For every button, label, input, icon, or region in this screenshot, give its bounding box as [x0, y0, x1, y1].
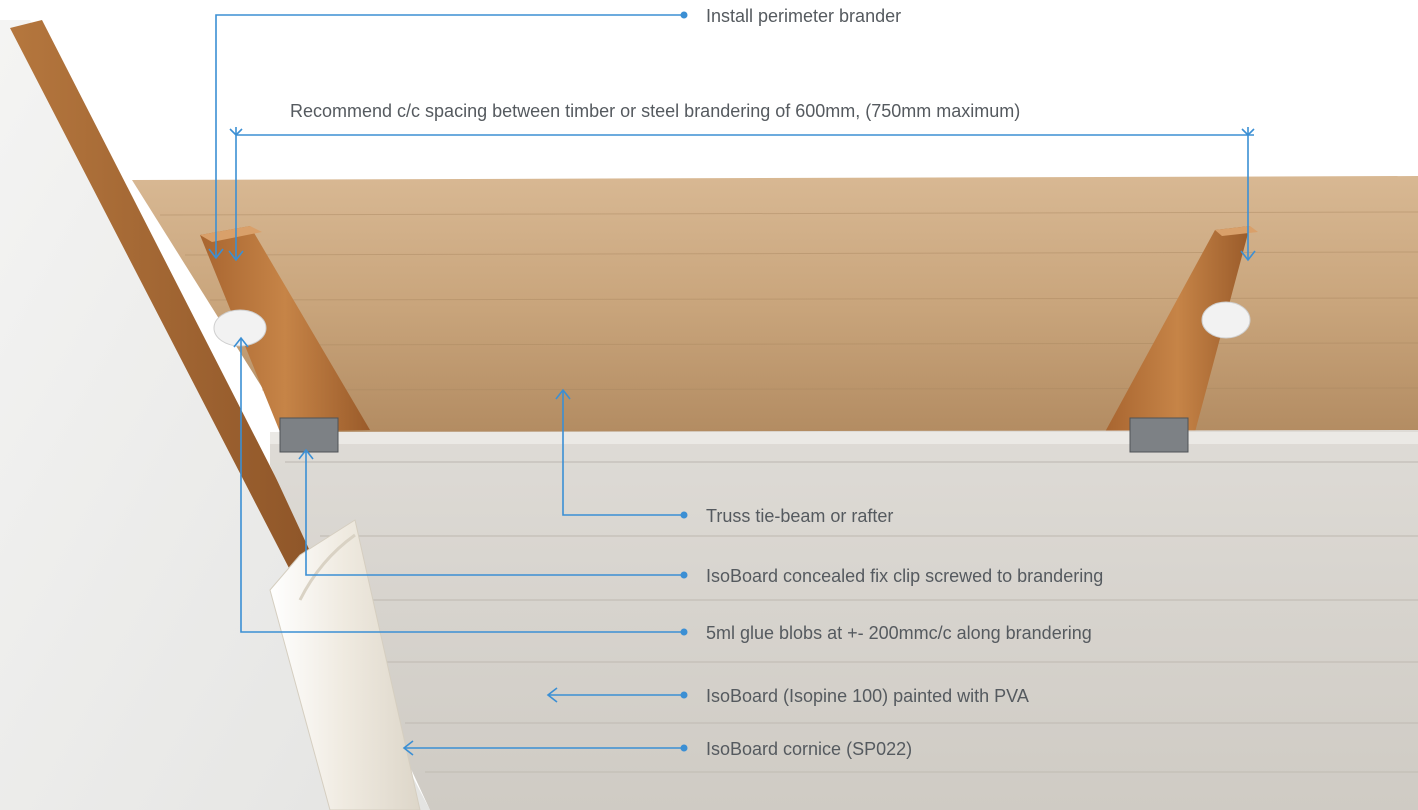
isoboard-edge [270, 432, 1418, 444]
label-install-perimeter-brander: Install perimeter brander [706, 6, 902, 26]
fix-clip-left [279, 417, 339, 453]
label-isoboard-cornice: IsoBoard cornice (SP022) [706, 739, 913, 759]
label-glue-blobs: 5ml glue blobs at +- 200mmc/c along bran… [706, 623, 1092, 643]
glue-blob-left [213, 309, 267, 347]
label-isoboard-painted: IsoBoard (Isopine 100) painted with PVA [706, 686, 1029, 706]
label-concealed-fix-clip: IsoBoard concealed fix clip screwed to b… [706, 566, 1104, 586]
label-truss-tie-beam: Truss tie-beam or rafter [706, 506, 894, 526]
glue-blob-right [1201, 301, 1251, 339]
fix-clip-right [1129, 417, 1189, 453]
label-brandering-spacing: Recommend c/c spacing between timber or … [290, 101, 1021, 121]
